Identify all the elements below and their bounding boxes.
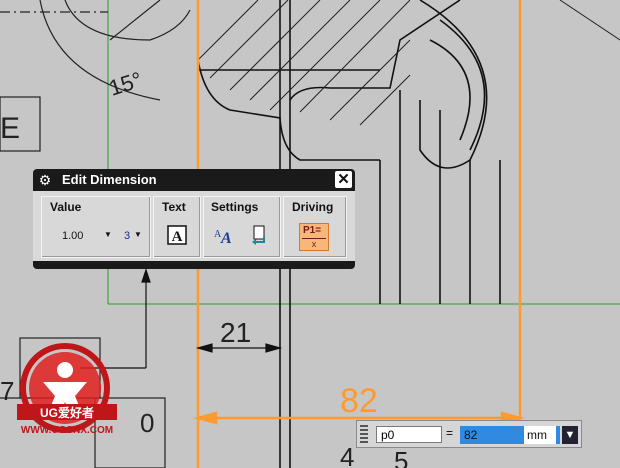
edge-letter: E bbox=[0, 112, 20, 145]
gear-icon[interactable]: ⚙ bbox=[37, 172, 53, 188]
ugsnx-watermark: UG爱好者 WWW.UGSNX.COM bbox=[17, 343, 117, 436]
digit-0: 0 bbox=[140, 408, 154, 438]
unit-field[interactable]: mm bbox=[524, 426, 556, 444]
text-group: Text A bbox=[153, 196, 201, 258]
dimension-82-text[interactable]: 82 bbox=[340, 382, 378, 420]
settings-A-icon[interactable]: A A bbox=[214, 225, 236, 245]
close-icon[interactable]: ✕ bbox=[335, 171, 352, 188]
watermark-brand: UG爱好者 bbox=[40, 405, 94, 420]
precision-value: 1.00 bbox=[62, 230, 84, 242]
driving-x-marker: x bbox=[302, 238, 326, 249]
chevron-down-icon: ▼ bbox=[134, 230, 142, 239]
precision-dropdown[interactable]: 1.00 ▼ bbox=[62, 230, 118, 242]
equals-sign: = bbox=[446, 426, 454, 440]
arrow-down-icon: ▼ bbox=[564, 429, 576, 441]
expression-name-field[interactable]: p0 bbox=[376, 426, 442, 443]
chevron-down-icon: ▼ bbox=[104, 230, 112, 239]
value-group-label: Value bbox=[50, 200, 82, 214]
page-settings-icon[interactable] bbox=[250, 225, 270, 245]
driving-group: Driving P1= x bbox=[283, 196, 347, 258]
dialog-title: Edit Dimension bbox=[62, 172, 157, 187]
dimension-input-bar: p0 = 82 mm ▼ bbox=[356, 420, 582, 448]
watermark-url: WWW.UGSNX.COM bbox=[21, 425, 113, 436]
svg-text:A: A bbox=[220, 230, 232, 245]
dimension-21-text: 21 bbox=[220, 317, 251, 348]
drag-handle-icon[interactable] bbox=[360, 425, 368, 443]
decimals-value: 3 bbox=[124, 230, 131, 242]
digit-4: 4 bbox=[340, 442, 354, 468]
edit-dimension-dialog: ⚙ Edit Dimension ✕ Value 1.00 ▼ 3 ▼ Text… bbox=[33, 169, 355, 269]
driving-p1-icon[interactable]: P1= x bbox=[299, 223, 329, 251]
dimension-value-field[interactable]: 82 mm bbox=[460, 426, 560, 444]
settings-group-label: Settings bbox=[211, 200, 259, 214]
dialog-footer bbox=[33, 261, 355, 269]
unit-dropdown-button[interactable]: ▼ bbox=[562, 426, 578, 444]
value-group: Value 1.00 ▼ 3 ▼ bbox=[41, 196, 151, 258]
svg-text:A: A bbox=[172, 229, 183, 245]
decimals-dropdown[interactable]: 3 ▼ bbox=[124, 230, 148, 242]
driving-group-label: Driving bbox=[292, 200, 334, 214]
settings-group: Settings A A bbox=[203, 196, 281, 258]
text-group-label: Text bbox=[162, 200, 186, 214]
text-A-icon[interactable]: A bbox=[167, 225, 187, 245]
dimension-value-text: 82 bbox=[464, 428, 478, 442]
dialog-body: Value 1.00 ▼ 3 ▼ Text A Settings A A Dri… bbox=[33, 191, 355, 261]
dialog-title-bar[interactable]: ⚙ Edit Dimension ✕ bbox=[33, 169, 355, 191]
digit-5: 5 bbox=[394, 446, 408, 468]
driving-p1-text: P1= bbox=[303, 225, 322, 236]
